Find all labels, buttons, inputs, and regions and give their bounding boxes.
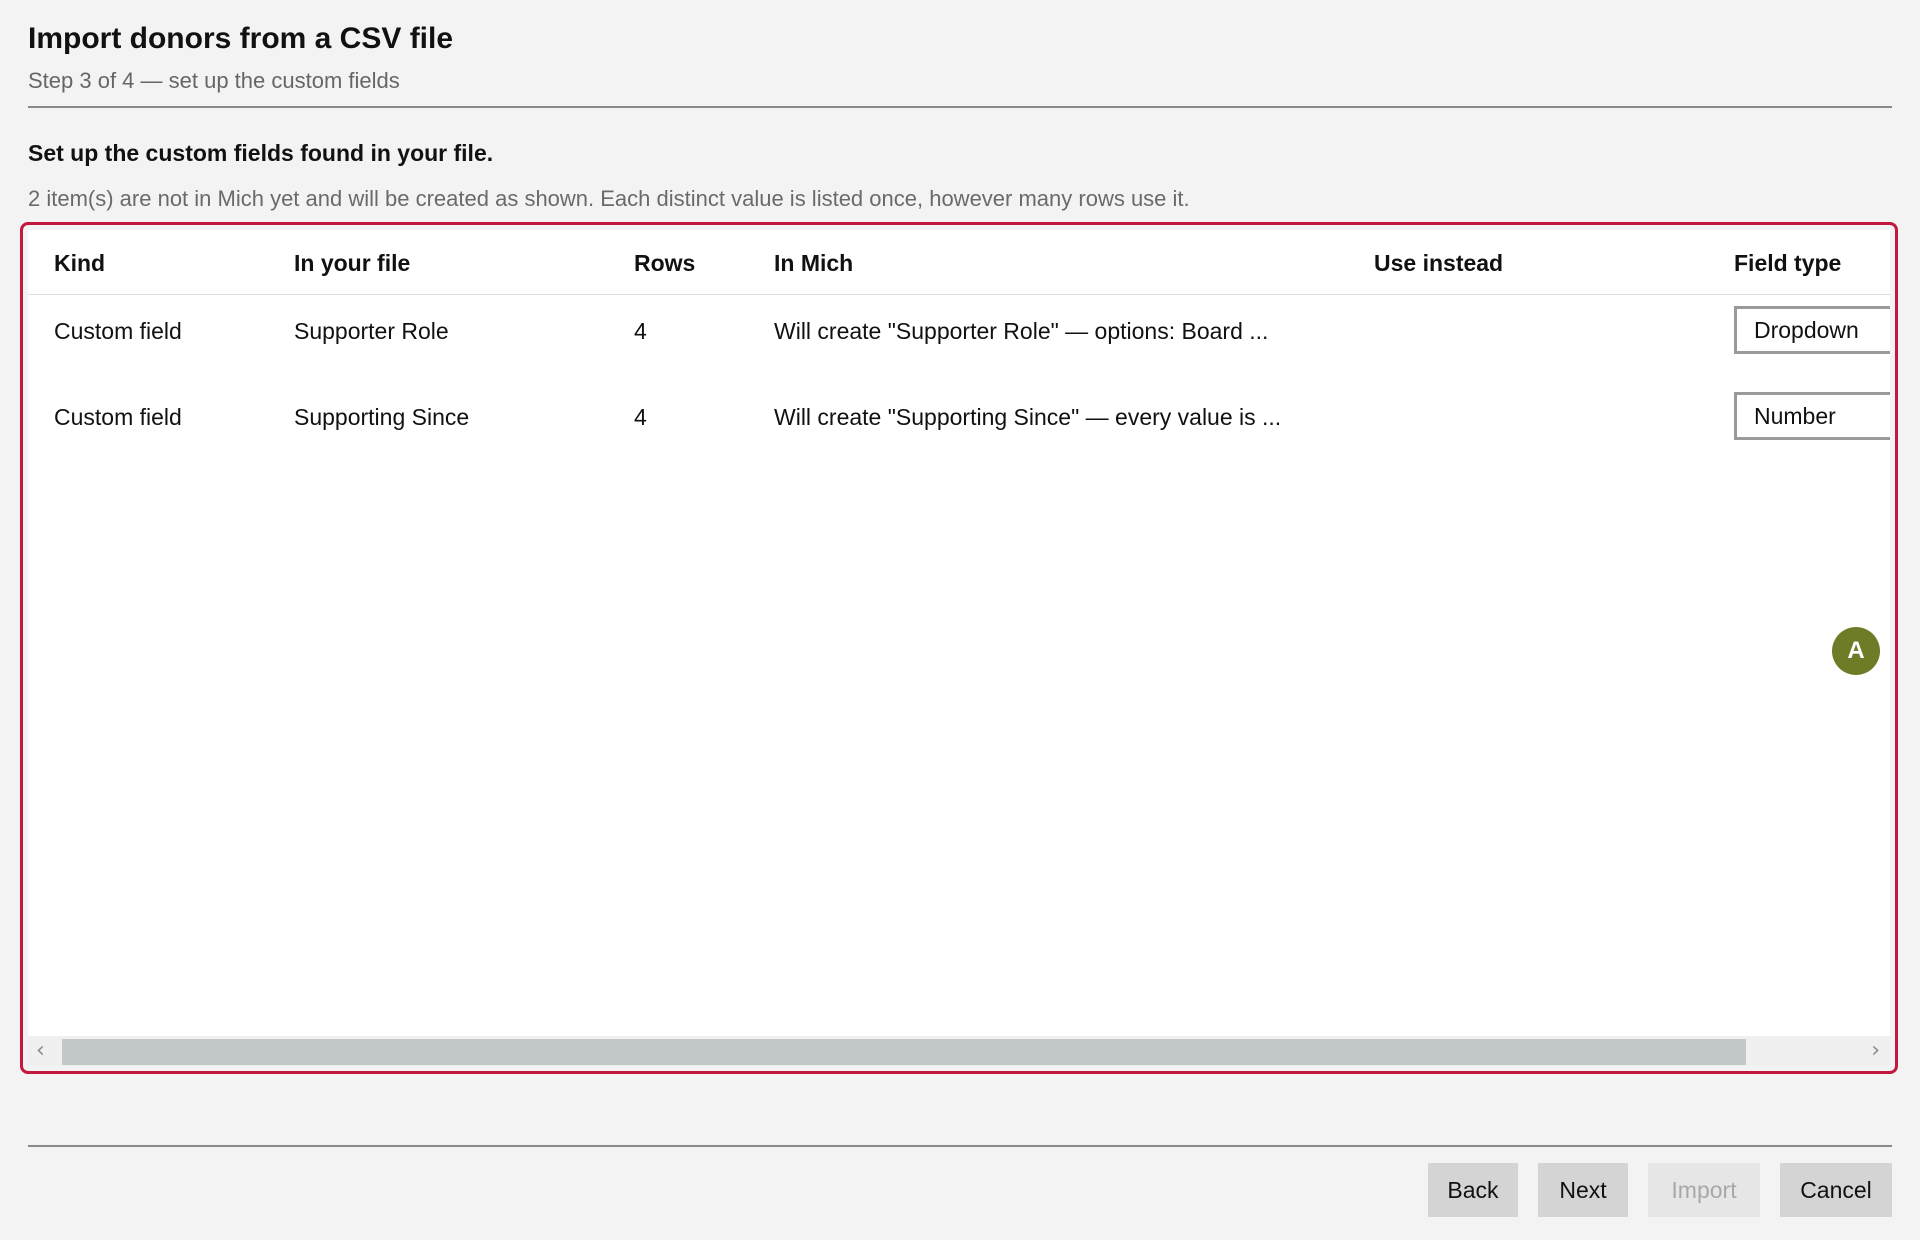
cell-rows: 4	[634, 318, 647, 344]
field-type-select[interactable]: Dropdown	[1734, 306, 1890, 354]
cell-in-your-file: Supporter Role	[294, 318, 449, 344]
custom-fields-grid[interactable]: Kind In your file Rows In Mich Use inste…	[28, 230, 1890, 1066]
column-header-use-instead[interactable]: Use instead	[1374, 250, 1503, 277]
header-divider	[28, 106, 1892, 108]
cell-kind: Custom field	[54, 404, 182, 430]
cancel-button[interactable]: Cancel	[1780, 1163, 1892, 1217]
column-header-in-your-file[interactable]: In your file	[294, 250, 410, 277]
column-header-rows[interactable]: Rows	[634, 250, 695, 277]
import-button: Import	[1648, 1163, 1760, 1217]
grid-header-row: Kind In your file Rows In Mich Use inste…	[28, 230, 1890, 295]
page-title: Import donors from a CSV file	[28, 22, 454, 55]
footer-divider	[28, 1145, 1892, 1147]
column-header-kind[interactable]: Kind	[54, 250, 105, 277]
scroll-right-arrow-icon[interactable]: ›	[1871, 1038, 1880, 1063]
back-button[interactable]: Back	[1428, 1163, 1518, 1217]
column-header-in-mich[interactable]: In Mich	[774, 250, 853, 277]
cell-in-mich: Will create "Supporting Since" — every v…	[774, 404, 1282, 430]
cell-rows: 4	[634, 404, 647, 430]
cell-in-your-file: Supporting Since	[294, 404, 470, 430]
section-title: Set up the custom fields found in your f…	[28, 140, 494, 166]
scroll-left-arrow-icon[interactable]: ‹	[36, 1038, 45, 1063]
annotation-marker: A	[1832, 627, 1880, 675]
section-description: 2 item(s) are not in Mich yet and will b…	[28, 186, 1190, 211]
column-header-field-type[interactable]: Field type	[1734, 250, 1841, 277]
import-wizard-page: Import donors from a CSV file Step 3 of …	[0, 0, 1920, 1240]
scrollbar-thumb[interactable]	[62, 1039, 1746, 1065]
horizontal-scrollbar[interactable]: ‹ ›	[28, 1036, 1890, 1066]
table-row[interactable]: Custom field Supporting Since 4 Will cre…	[28, 380, 1890, 466]
step-subtitle: Step 3 of 4 — set up the custom fields	[28, 68, 400, 93]
field-type-select[interactable]: Number	[1734, 392, 1890, 440]
cell-kind: Custom field	[54, 318, 182, 344]
next-button[interactable]: Next	[1538, 1163, 1628, 1217]
cell-in-mich: Will create "Supporter Role" — options: …	[774, 318, 1269, 344]
table-row[interactable]: Custom field Supporter Role 4 Will creat…	[28, 294, 1890, 380]
